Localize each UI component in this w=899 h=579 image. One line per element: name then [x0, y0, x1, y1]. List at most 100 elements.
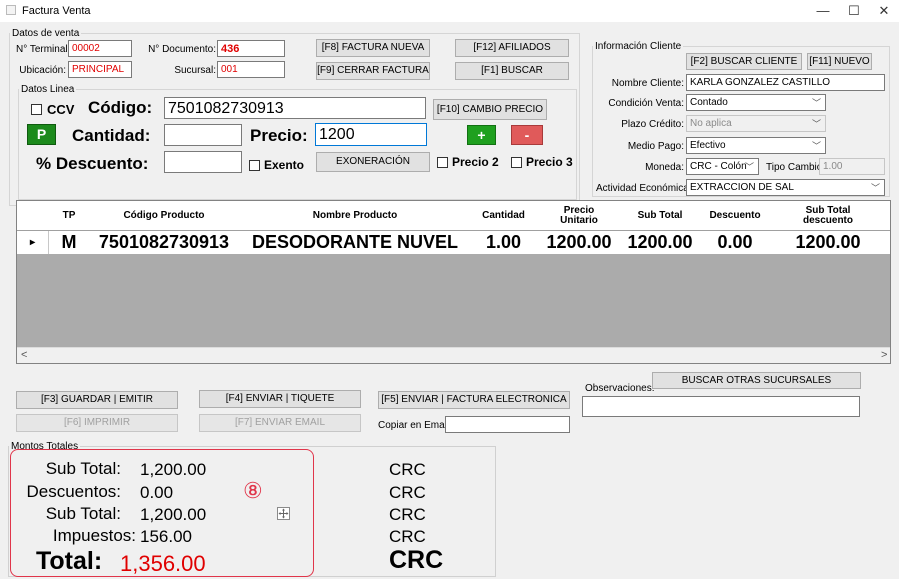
- col-header-nombre[interactable]: Nombre Producto: [239, 201, 471, 231]
- cell-precio[interactable]: 1200.00: [536, 231, 622, 254]
- table-row[interactable]: ▸ M 7501082730913 DESODORANTE NUVEL 1.00…: [17, 231, 890, 254]
- impuestos-label: Impuestos:: [52, 526, 136, 545]
- documento-field[interactable]: 436: [217, 40, 285, 57]
- subtotal2-label: Sub Total:: [45, 504, 121, 523]
- moneda-select[interactable]: CRC - Colón ﹀: [686, 158, 759, 175]
- f8-factura-nueva-button[interactable]: [F8] FACTURA NUEVA: [316, 39, 430, 57]
- chevron-down-icon: ﹀: [811, 141, 821, 151]
- col-header-precio[interactable]: Precio Unitario: [536, 201, 622, 231]
- descuento-label: % Descuento:: [36, 154, 149, 173]
- f12-afiliados-button[interactable]: [F12] AFILIADOS: [455, 39, 569, 57]
- cell-tp[interactable]: M: [49, 231, 89, 254]
- medio-pago-value: Efectivo: [690, 140, 726, 151]
- p-button[interactable]: P: [27, 124, 56, 145]
- ubicacion-field[interactable]: PRINCIPAL: [68, 61, 132, 78]
- precio3-label: Precio 3: [526, 155, 573, 169]
- subtotal2-currency: CRC: [389, 505, 426, 524]
- observaciones-label: Observaciones:: [585, 383, 655, 394]
- move-handle-icon[interactable]: [277, 507, 290, 520]
- total-currency: CRC: [389, 546, 444, 574]
- col-header-codigo[interactable]: Código Producto: [89, 201, 239, 231]
- plazo-credito-label: Plazo Crédito:: [621, 119, 684, 130]
- descuento-input[interactable]: [164, 151, 242, 173]
- col-header-tp[interactable]: TP: [49, 201, 89, 231]
- f2-buscar-cliente-button[interactable]: [F2] BUSCAR CLIENTE: [686, 53, 802, 70]
- condicion-venta-select[interactable]: Contado ﹀: [686, 94, 826, 111]
- f4-enviar-tiquete-button[interactable]: [F4] ENVIAR | TIQUETE: [199, 390, 361, 408]
- terminal-field[interactable]: 00002: [68, 40, 132, 57]
- subtotal-value: 1,200.00: [140, 460, 207, 479]
- annotation-marker: ⑧: [243, 478, 263, 503]
- maximize-button[interactable]: ☐: [839, 0, 869, 22]
- chevron-down-icon: ﹀: [870, 183, 880, 193]
- f3-guardar-emitir-button[interactable]: [F3] GUARDAR | EMITIR: [16, 391, 178, 409]
- precio2-checkbox[interactable]: [437, 157, 448, 168]
- descuentos-currency: CRC: [389, 483, 426, 502]
- scroll-right-icon[interactable]: >: [881, 349, 887, 361]
- window-title: Factura Venta: [22, 5, 91, 17]
- cantidad-input[interactable]: [164, 124, 242, 146]
- copiar-email-input[interactable]: [445, 416, 570, 433]
- exento-checkbox[interactable]: [249, 160, 260, 171]
- precio3-checkbox[interactable]: [511, 157, 522, 168]
- cell-subtotal-descuento[interactable]: 1200.00: [772, 231, 884, 254]
- remove-button[interactable]: -: [511, 125, 543, 145]
- actividad-economica-value: EXTRACCION DE SAL: [690, 182, 794, 193]
- col-header-descuento[interactable]: Descuento: [698, 201, 772, 231]
- products-grid[interactable]: TP Código Producto Nombre Producto Canti…: [16, 200, 891, 364]
- exento-label: Exento: [264, 158, 305, 172]
- documento-label: N° Documento:: [148, 44, 216, 55]
- precio-input[interactable]: 1200: [315, 123, 427, 146]
- precio2-label: Precio 2: [452, 155, 499, 169]
- chevron-down-icon: ﹀: [811, 98, 821, 108]
- col-header-cantidad[interactable]: Cantidad: [471, 201, 536, 231]
- f1-buscar-button[interactable]: [F1] BUSCAR: [455, 62, 569, 80]
- sucursal-label: Sucursal:: [174, 65, 216, 76]
- col-header-subtotal-descuento[interactable]: Sub Total descuento: [772, 201, 884, 231]
- chevron-down-icon: ﹀: [811, 119, 821, 129]
- scroll-left-icon[interactable]: <: [21, 349, 27, 361]
- nombre-cliente-field[interactable]: KARLA GONZALEZ CASTILLO: [686, 74, 885, 91]
- f11-nuevo-button[interactable]: [F11] NUEVO: [807, 53, 872, 70]
- datos-venta-legend: Datos de venta: [12, 28, 80, 39]
- descuentos-value: 0.00: [140, 483, 174, 502]
- codigo-input[interactable]: 7501082730913: [164, 97, 426, 119]
- exoneracion-button[interactable]: EXONERACIÓN: [316, 152, 430, 172]
- f5-enviar-factura-button[interactable]: [F5] ENVIAR | FACTURA ELECTRONICA: [378, 391, 570, 409]
- condicion-venta-label: Condición Venta:: [608, 98, 684, 109]
- cell-subtotal[interactable]: 1200.00: [622, 231, 698, 254]
- copiar-email-label: Copiar en Email:: [378, 420, 452, 431]
- add-button[interactable]: +: [467, 125, 496, 145]
- sucursal-field[interactable]: 001: [217, 61, 285, 78]
- f7-enviar-email-button: [F7] ENVIAR EMAIL: [199, 414, 361, 432]
- medio-pago-select[interactable]: Efectivo ﹀: [686, 137, 826, 154]
- moneda-label: Moneda:: [645, 162, 684, 173]
- f10-cambio-precio-button[interactable]: [F10] CAMBIO PRECIO: [433, 99, 547, 120]
- f9-cerrar-factura-button[interactable]: [F9] CERRAR FACTURA: [316, 62, 430, 80]
- ccv-checkbox[interactable]: [31, 104, 42, 115]
- actividad-economica-label: Actividad Económica:: [596, 183, 692, 194]
- datos-linea-legend: Datos Linea: [21, 84, 75, 95]
- cell-codigo[interactable]: 7501082730913: [89, 231, 239, 254]
- minimize-button[interactable]: —: [808, 0, 838, 22]
- grid-header: TP Código Producto Nombre Producto Canti…: [17, 201, 890, 231]
- grid-corner: [17, 201, 49, 231]
- subtotal2-value: 1,200.00: [140, 505, 207, 524]
- codigo-label: Código:: [88, 98, 153, 117]
- descuentos-label: Descuentos:: [26, 482, 122, 501]
- actividad-economica-select[interactable]: EXTRACCION DE SAL ﹀: [686, 179, 885, 196]
- buscar-otras-sucursales-button[interactable]: BUSCAR OTRAS SUCURSALES: [652, 372, 861, 389]
- col-header-subtotal[interactable]: Sub Total: [622, 201, 698, 231]
- cantidad-label: Cantidad:: [72, 126, 151, 145]
- nombre-cliente-label: Nombre Cliente:: [611, 78, 684, 89]
- app-icon: [6, 5, 16, 15]
- observaciones-input[interactable]: [582, 396, 860, 417]
- horizontal-scrollbar[interactable]: < >: [17, 347, 890, 363]
- subtotal-currency: CRC: [389, 460, 426, 479]
- cell-descuento[interactable]: 0.00: [698, 231, 772, 254]
- cell-cantidad[interactable]: 1.00: [471, 231, 536, 254]
- cell-nombre[interactable]: DESODORANTE NUVEL: [239, 231, 471, 254]
- plazo-credito-select: No aplica ﹀: [686, 115, 826, 132]
- close-button[interactable]: ✕: [869, 0, 899, 22]
- cliente-legend: Información Cliente: [595, 41, 682, 52]
